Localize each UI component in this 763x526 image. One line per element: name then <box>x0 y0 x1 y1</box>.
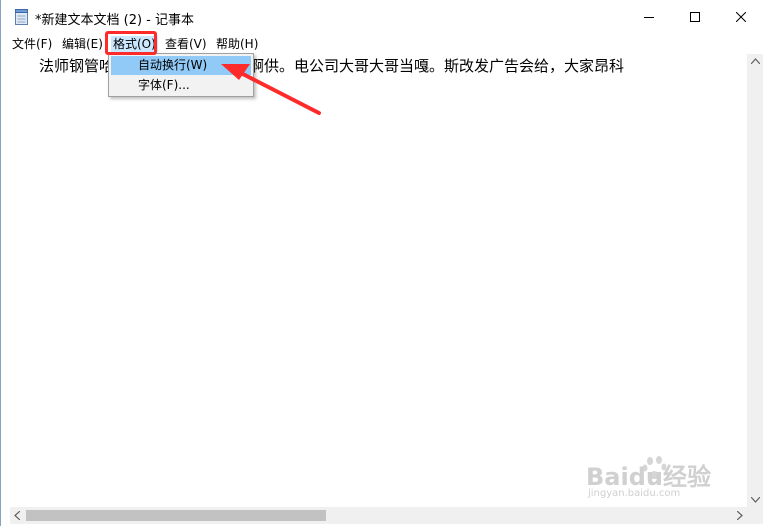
close-icon <box>736 12 746 22</box>
menu-help[interactable]: 帮助(H) <box>216 36 258 52</box>
title-bar[interactable]: *新建文本文档 (2) - 记事本 <box>1 0 763 34</box>
menu-item-font[interactable]: 字体(F)... <box>111 76 251 95</box>
scroll-left-icon[interactable] <box>14 511 20 520</box>
window-title: *新建文本文档 (2) - 记事本 <box>35 13 195 28</box>
maximize-button[interactable] <box>672 0 718 34</box>
notepad-window: *新建文本文档 (2) - 记事本 文件(F) 编辑(E) 格式(O) 查看(V… <box>0 0 763 526</box>
notepad-icon <box>15 9 28 25</box>
scrollbar-corner <box>747 507 763 524</box>
scroll-right-icon[interactable] <box>737 511 743 520</box>
horizontal-scrollbar[interactable] <box>10 507 747 524</box>
menu-file[interactable]: 文件(F) <box>12 36 52 52</box>
horizontal-scroll-thumb[interactable] <box>26 510 326 521</box>
vertical-scrollbar[interactable] <box>747 54 763 507</box>
scroll-up-icon[interactable] <box>751 58 760 64</box>
minimize-button[interactable] <box>626 0 672 34</box>
watermark-brand: Baidu经验 <box>586 463 711 491</box>
menu-view[interactable]: 查看(V) <box>165 36 207 52</box>
minimize-icon <box>644 17 654 18</box>
format-dropdown-menu: 自动换行(W) 字体(F)... <box>108 53 254 97</box>
scroll-down-icon[interactable] <box>751 497 760 503</box>
watermark-url: jingyan.baidu.com <box>588 488 681 499</box>
menu-edit[interactable]: 编辑(E) <box>62 36 103 52</box>
text-editor[interactable]: 法师钢管哈哈哈哈大港大水果个啊供。电公司大哥大哥当嘎。斯改发广告会给，大家昂科 <box>10 54 747 507</box>
left-border <box>1 54 10 507</box>
close-button[interactable] <box>718 0 763 34</box>
format-menu-highlight-box <box>105 31 157 55</box>
maximize-icon <box>690 12 700 22</box>
menu-item-word-wrap[interactable]: 自动换行(W) <box>111 56 251 75</box>
